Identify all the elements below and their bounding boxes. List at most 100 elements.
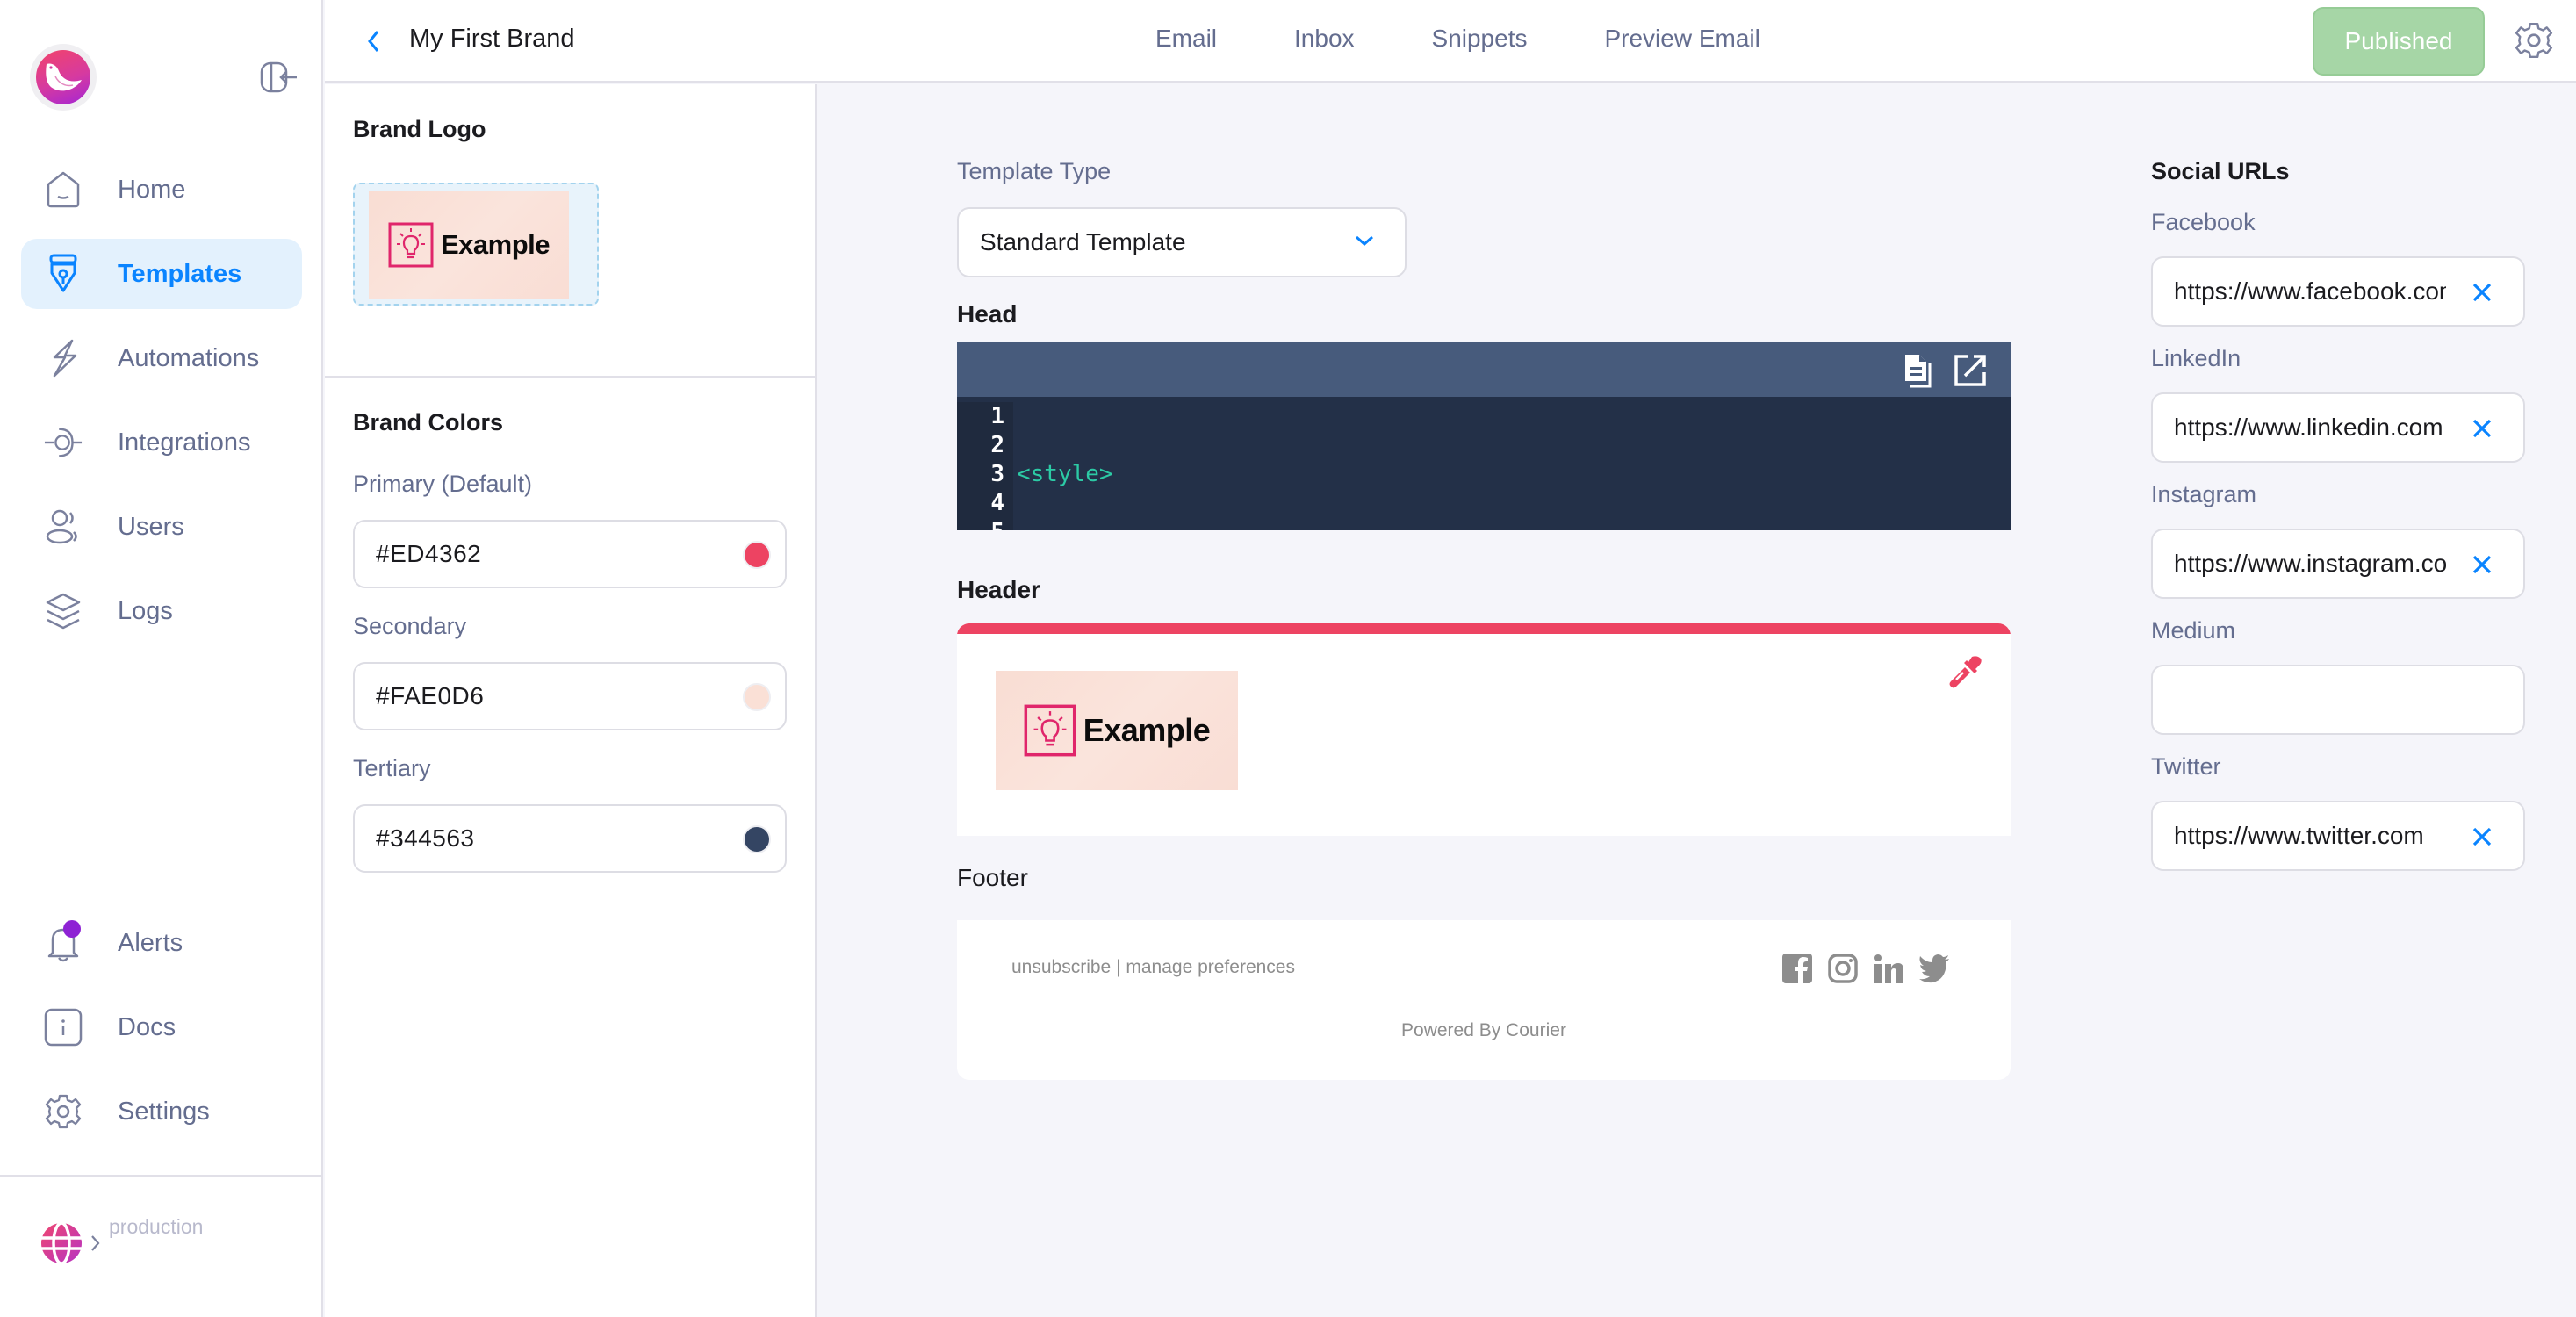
info-icon [44, 1008, 83, 1047]
primary-color-input[interactable]: #ED4362 [353, 520, 787, 588]
sidebar-item-label: Settings [118, 1097, 210, 1126]
sidebar-item-alerts[interactable]: Alerts [21, 908, 302, 978]
unsubscribe-links[interactable]: unsubscribe | manage preferences [1011, 957, 1295, 978]
facebook-icon[interactable] [1781, 952, 1814, 985]
powered-by-courier: Powered By Courier [1401, 1020, 1566, 1040]
code-body[interactable]: 12345 <style> .c--block-markdown td{ bac… [957, 397, 2011, 530]
tab-inbox[interactable]: Inbox [1294, 25, 1355, 53]
instagram-icon[interactable] [1826, 952, 1860, 985]
sidebar-item-home[interactable]: Home [21, 155, 302, 225]
sidebar-item-integrations[interactable]: Integrations [21, 407, 302, 478]
email-footer-preview[interactable]: unsubscribe | manage preferences Powered… [957, 920, 2011, 1080]
linkedin-label: LinkedIn [2151, 345, 2241, 371]
sidebar-item-label: Templates [118, 259, 242, 288]
tertiary-color-input[interactable]: #344563 [353, 804, 787, 873]
sidebar-item-logs[interactable]: Logs [21, 576, 302, 646]
tertiary-color-swatch[interactable] [743, 825, 771, 853]
gear-icon [2515, 22, 2553, 59]
line-numbers: 12345 [957, 402, 1013, 530]
clear-twitter-icon[interactable] [2469, 824, 2495, 850]
secondary-color-swatch[interactable] [743, 683, 771, 711]
brand-logo-heading: Brand Logo [353, 116, 486, 142]
header-color-picker-button[interactable] [1946, 653, 1984, 692]
primary-color-swatch[interactable] [743, 541, 771, 569]
head-section-label: Head [957, 300, 1018, 327]
facebook-url-input[interactable]: https://www.facebook.com [2151, 256, 2525, 327]
external-link-icon [1954, 355, 1986, 386]
channel-tabs: Email Inbox Snippets Preview Email [1155, 25, 1838, 53]
secondary-color-label: Secondary [353, 613, 467, 639]
facebook-label: Facebook [2151, 209, 2256, 235]
layers-icon [44, 592, 83, 630]
tab-preview-email[interactable]: Preview Email [1604, 25, 1759, 53]
header-logo-text: Example [1083, 712, 1211, 748]
eyedropper-icon [1949, 656, 1982, 688]
page-title: My First Brand [409, 25, 575, 53]
sidebar-item-label: Docs [118, 1012, 176, 1041]
logo-text: Example [440, 229, 550, 260]
sidebar-item-label: Automations [118, 343, 260, 372]
secondary-color-input[interactable]: #FAE0D6 [353, 662, 787, 730]
alert-badge [63, 920, 81, 938]
email-header-preview[interactable]: Example [957, 623, 2011, 836]
copy-code-button[interactable] [1900, 351, 1939, 390]
brand-logo-image: Example [369, 191, 569, 299]
panel-divider [325, 376, 815, 378]
chevron-left-icon [368, 31, 379, 52]
sidebar-item-label: Users [118, 512, 184, 541]
sidebar-item-settings[interactable]: Settings [21, 1076, 302, 1147]
sidebar-divider [0, 1175, 321, 1177]
copy-document-icon [1905, 355, 1932, 388]
brand-panel: Brand Logo Example Brand Colors Primary … [325, 84, 817, 1317]
sidebar-item-label: Home [118, 175, 186, 204]
sidebar-item-users[interactable]: Users [21, 492, 302, 562]
instagram-url-input[interactable]: https://www.instagram.com [2151, 529, 2525, 599]
twitter-label: Twitter [2151, 753, 2221, 780]
sidebar-item-label: Logs [118, 596, 173, 625]
lightbulb-icon [1024, 704, 1076, 757]
logo-upload-dropzone[interactable]: Example [353, 183, 599, 306]
linkedin-url-input[interactable]: https://www.linkedin.com [2151, 392, 2525, 463]
template-type-select[interactable]: Standard Template [957, 207, 1407, 277]
template-type-label: Template Type [957, 158, 1112, 184]
collapse-sidebar-button[interactable] [260, 61, 299, 93]
medium-url-input[interactable] [2151, 665, 2525, 735]
main-nav: Home Templates Automations Integrations … [21, 155, 302, 660]
sidebar-item-label: Integrations [118, 428, 251, 457]
top-bar: My First Brand Email Inbox Snippets Prev… [325, 0, 2576, 83]
sidebar-item-label: Alerts [118, 928, 183, 957]
sidebar-item-templates[interactable]: Templates [21, 239, 302, 309]
sidebar: Home Templates Automations Integrations … [0, 0, 323, 1317]
gear-icon [44, 1092, 83, 1131]
environment-switcher[interactable]: production [40, 1215, 203, 1264]
sidebar-item-automations[interactable]: Automations [21, 323, 302, 393]
clear-linkedin-icon[interactable] [2469, 415, 2495, 442]
twitter-url-input[interactable]: https://www.twitter.com [2151, 801, 2525, 871]
header-logo-image[interactable]: Example [996, 671, 1238, 790]
collapse-sidebar-icon [260, 61, 297, 93]
brand-colors-heading: Brand Colors [353, 409, 504, 435]
clear-facebook-icon[interactable] [2469, 279, 2495, 306]
pen-nib-icon [44, 254, 83, 293]
globe-icon [41, 1221, 82, 1264]
sidebar-item-docs[interactable]: Docs [21, 992, 302, 1062]
bell-icon [44, 920, 83, 962]
linkedin-icon[interactable] [1872, 952, 1905, 985]
twitter-icon[interactable] [1918, 952, 1951, 985]
back-button[interactable] [363, 26, 385, 56]
clear-instagram-icon[interactable] [2469, 551, 2495, 578]
published-button[interactable]: Published [2313, 7, 2485, 76]
lightbulb-icon [388, 222, 434, 268]
tab-snippets[interactable]: Snippets [1432, 25, 1528, 53]
brand-settings-button[interactable] [2515, 21, 2553, 60]
expand-editor-button[interactable] [1951, 351, 1990, 390]
head-code-editor[interactable]: 12345 <style> .c--block-markdown td{ bac… [957, 342, 2011, 530]
lightning-icon [44, 339, 83, 378]
integrations-icon [44, 423, 83, 462]
primary-color-label: Primary (Default) [353, 471, 533, 497]
chevron-down-icon [1356, 235, 1373, 247]
tab-email[interactable]: Email [1155, 25, 1217, 53]
courier-logo[interactable] [30, 44, 97, 111]
code-lines: <style> .c--block-markdown td{ backgroun… [1017, 461, 1113, 487]
chevron-right-icon [91, 1235, 100, 1251]
